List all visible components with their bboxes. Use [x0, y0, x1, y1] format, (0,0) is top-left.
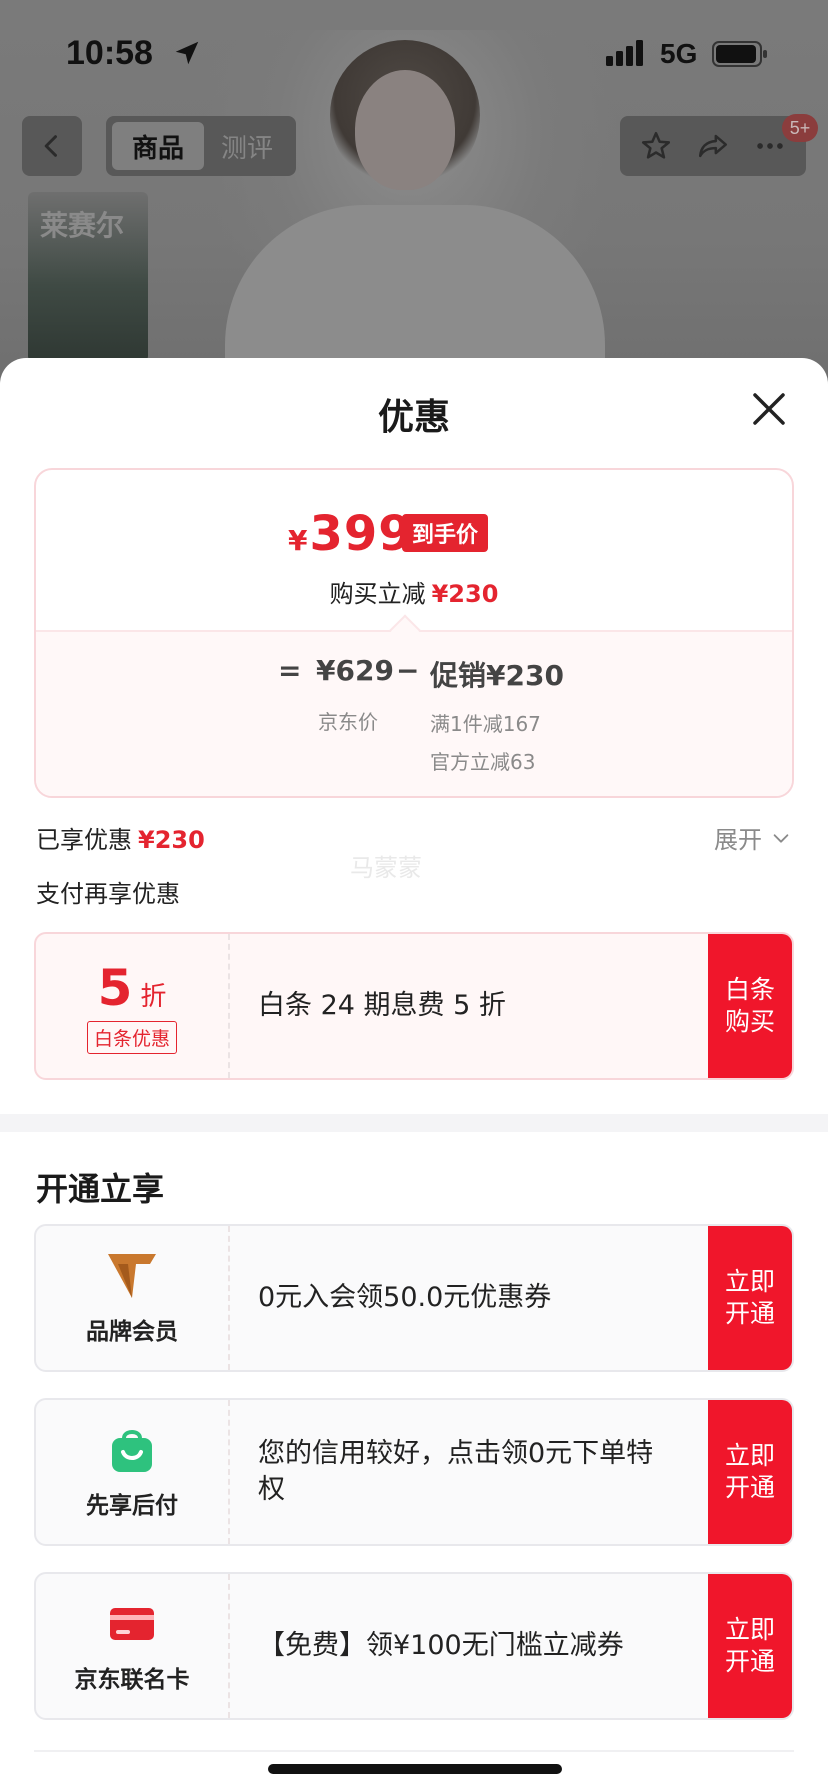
- brand-thumbnail[interactable]: 莱赛尔: [28, 192, 148, 362]
- more-icon[interactable]: [753, 129, 787, 163]
- share-icon[interactable]: [696, 129, 730, 163]
- credit-card-icon: [110, 1608, 154, 1640]
- price-summary: ¥ 399 到手价 购买立减 ¥230: [36, 470, 792, 630]
- instant-discount: 购买立减 ¥230: [36, 574, 792, 609]
- back-button[interactable]: [22, 116, 82, 176]
- offer-label: 先享后付: [86, 1493, 178, 1519]
- product-tabs: 商品 测评: [106, 116, 296, 176]
- enjoyed-discount: 已享优惠 ¥230: [36, 820, 205, 855]
- offer-badge: 京东联名卡: [36, 1574, 230, 1718]
- final-price-value: 399: [309, 506, 413, 562]
- promo-detail: 满1件减167: [430, 712, 541, 736]
- back-icon: [44, 135, 57, 157]
- final-price: ¥ 399: [288, 506, 413, 562]
- pay-more-title: 支付再享优惠: [36, 880, 180, 908]
- enjoyed-label: 已享优惠: [36, 826, 132, 854]
- equals-sign: =: [278, 654, 302, 687]
- baitiao-discount: 5 折 白条优惠: [36, 934, 230, 1078]
- discount-rate: 5 折: [98, 959, 167, 1017]
- offer-badge: 品牌会员: [36, 1226, 230, 1370]
- network-type: 5G: [660, 38, 698, 69]
- offer-description: 您的信用较好，点击领0元下单特权: [258, 1438, 654, 1505]
- battery-icon: [712, 41, 767, 67]
- brand-thumbnail-text: 莱赛尔: [40, 209, 125, 242]
- divider: [34, 1750, 794, 1752]
- watermark: 马蒙蒙: [350, 854, 422, 882]
- offer-description: 0元入会领50.0元优惠券: [258, 1282, 552, 1313]
- message-badge: 5+: [782, 114, 818, 142]
- brand-member-offer-card: 品牌会员 0元入会领50.0元优惠券 立即开通: [34, 1224, 794, 1372]
- sheet-title: 优惠: [377, 397, 450, 438]
- final-price-tag: 到手价: [402, 514, 489, 552]
- expand-button[interactable]: 展开: [714, 820, 792, 855]
- offer-label: 品牌会员: [86, 1319, 178, 1345]
- section-divider: [0, 1114, 828, 1132]
- price-breakdown-card: ¥ 399 到手价 购买立减 ¥230 = ¥629 − 促销¥230 京东价 满…: [34, 468, 794, 798]
- promotion-sheet: 优惠 ¥ 399 到手价 购买立减 ¥230 = ¥629 − 促销¥230 京东…: [0, 358, 828, 1792]
- brand-member-icon: [108, 1254, 156, 1298]
- price-calculation: = ¥629 − 促销¥230 京东价 满1件减167 官方立减63: [36, 632, 792, 796]
- promo-total: 促销¥230: [430, 659, 564, 692]
- minus-sign: −: [396, 654, 420, 687]
- product-photo-face: [355, 70, 455, 190]
- offer-badge: 先享后付: [36, 1400, 230, 1544]
- signal-icon: [606, 40, 643, 66]
- pay-later-offer-card: 先享后付 您的信用较好，点击领0元下单特权 立即开通: [34, 1398, 794, 1546]
- activate-button[interactable]: 立即开通: [708, 1226, 792, 1370]
- status-time: 10:58: [66, 34, 153, 72]
- instant-discount-label: 购买立减: [329, 580, 426, 608]
- nav-actions: [620, 116, 806, 176]
- home-indicator[interactable]: [268, 1764, 562, 1774]
- chevron-down-icon: [773, 833, 789, 843]
- discount-unit: 折: [140, 981, 167, 1012]
- discount-tag: 白条优惠: [86, 1020, 177, 1054]
- tab-product[interactable]: 商品: [112, 122, 204, 170]
- instant-discount-value: ¥230: [431, 580, 499, 608]
- activate-button[interactable]: 立即开通: [708, 1400, 792, 1544]
- activate-button[interactable]: 立即开通: [708, 1574, 792, 1718]
- star-icon[interactable]: [639, 129, 673, 163]
- offer-description: 白条 24 期息费 5 折: [258, 990, 506, 1021]
- jd-price: ¥629: [316, 654, 394, 687]
- baitiao-offer-card: 5 折 白条优惠 白条 24 期息费 5 折 白条购买: [34, 932, 794, 1080]
- close-icon[interactable]: [748, 388, 790, 430]
- promo-detail: 官方立减63: [430, 750, 536, 774]
- enjoyed-value: ¥230: [138, 826, 205, 854]
- expand-label: 展开: [714, 826, 762, 854]
- jd-price-label: 京东价: [318, 710, 378, 734]
- location-arrow-icon: [175, 41, 199, 65]
- offer-label: 京东联名卡: [74, 1667, 190, 1693]
- shopping-bag-icon: [112, 1430, 152, 1472]
- co-branded-card-offer-card: 京东联名卡 【免费】领¥100无门槛立减券 立即开通: [34, 1572, 794, 1720]
- offer-description: 【免费】领¥100无门槛立减券: [258, 1630, 624, 1661]
- product-page-background: 10:58 5G 商品 测评 5+ 莱赛尔: [0, 0, 828, 405]
- tab-review[interactable]: 测评: [204, 122, 290, 170]
- section-title: 开通立享: [36, 1170, 165, 1208]
- currency-symbol: ¥: [288, 524, 308, 557]
- baitiao-buy-button[interactable]: 白条购买: [708, 934, 792, 1078]
- discount-number: 5: [97, 958, 133, 1017]
